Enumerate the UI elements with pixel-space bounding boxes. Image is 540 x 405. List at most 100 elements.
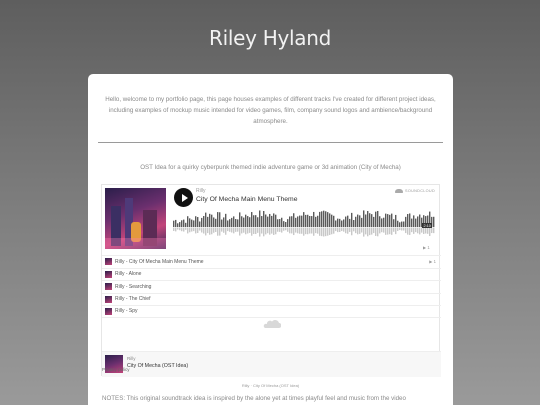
waveform-reflection-bar [369,227,371,236]
soundcloud-logo[interactable]: SOUNDCLOUD [395,189,435,193]
waveform-reflection-bar [313,227,315,236]
waveform-bar [229,219,231,227]
waveform-bar [323,210,325,227]
waveform-bar [315,216,317,227]
waveform-bar [241,216,243,227]
waveform-bar [293,213,295,227]
waveform-reflection-bar [187,227,189,234]
player-track-title[interactable]: City Of Mecha Main Menu Theme [196,196,298,203]
waveform-bar [261,216,263,227]
waveform-reflection-bar [227,227,229,232]
track-list-item[interactable]: Rilly - The Chief [102,292,441,306]
waveform-bar [309,215,311,227]
waveform-bar [433,216,435,227]
waveform-bar [263,211,265,227]
waveform-bar [219,212,221,227]
waveform-reflection-bar [311,227,313,234]
waveform-reflection-bar [283,227,285,231]
player-artist[interactable]: Rilly [196,188,205,194]
waveform-reflection-bar [251,227,253,236]
waveform-reflection-bar [277,227,279,232]
waveform-bar [227,220,229,227]
waveform[interactable] [173,209,435,239]
soundcloud-icon [395,189,403,193]
waveform-bar [289,216,291,227]
album-art[interactable] [105,188,166,249]
track-label: Rilly - Spy [115,308,138,315]
track-list-item[interactable]: Rilly - City Of Mecha Main Menu Theme ▶ … [102,255,441,268]
waveform-bar [331,214,333,227]
waveform-bar [321,211,323,227]
waveform-bar [319,211,321,227]
waveform-bar [385,213,387,227]
play-count: ▶ 1 [423,245,430,250]
waveform-reflection-bar [413,227,415,234]
player-footer[interactable]: Rilly City Of Mecha (OST Idea) [102,351,441,377]
waveform-bar [367,211,369,227]
waveform-reflection-bar [245,227,247,235]
waveform-bar [205,212,207,227]
waveform-bar [215,218,217,227]
waveform-bar [389,214,391,227]
waveform-bar [275,214,277,227]
waveform-bar [201,217,203,227]
waveform-bar [303,212,305,227]
waveform-reflection-bar [219,227,221,236]
waveform-bar [369,213,371,227]
waveform-reflection-bar [433,227,435,234]
waveform-reflection-bar [173,227,175,231]
waveform-reflection-bar [355,227,357,234]
waveform-bar [213,217,215,227]
waveform-reflection-bar [299,227,301,234]
waveform-bar [395,214,397,227]
waveform-reflection-bar [431,227,433,234]
waveform-reflection-bar [351,227,353,236]
waveform-reflection-bar [267,227,269,234]
waveform-reflection-bar [399,227,401,231]
waveform-bar [361,217,363,227]
track-list-item[interactable]: Rilly - Searching [102,280,441,293]
waveform-reflection-bar [259,227,261,237]
waveform-reflection-bar [329,227,331,235]
waveform-bar [235,219,237,227]
waveform-bar [177,223,179,227]
waveform-reflection-bar [339,227,341,232]
privacy-policy-link[interactable]: Privacy policy [102,367,130,372]
waveform-bar [359,215,361,227]
waveform-reflection-bar [203,227,205,234]
waveform-bar [239,212,241,227]
waveform-reflection-bar [275,227,277,235]
footer-title[interactable]: City Of Mecha (OST Idea) [127,363,188,369]
waveform-reflection-bar [343,227,345,232]
waveform-bar [363,210,365,227]
track-list-item[interactable]: Rilly - Spy [102,305,441,318]
footer-artist[interactable]: Rilly [127,356,136,361]
waveform-reflection-bar [181,227,183,232]
waveform-bar [387,214,389,227]
waveform-bar [381,218,383,227]
waveform-bar [273,213,275,227]
embed-caption[interactable]: Rilly · City Of Mecha (OST Idea) [88,383,453,388]
waveform-reflection-bar [393,227,395,232]
waveform-reflection-bar [423,227,425,234]
waveform-reflection-bar [367,227,369,237]
waveform-bar [223,217,225,227]
waveform-reflection-bar [243,227,245,233]
track-list-item[interactable]: Rilly - Alone [102,267,441,281]
waveform-reflection-bar [179,227,181,231]
waveform-bar [345,216,347,227]
waveform-reflection-bar [417,227,419,234]
waveform-bar [189,218,191,227]
waveform-bar [253,215,255,227]
waveform-reflection-bar [411,227,413,233]
waveform-reflection-bar [189,227,191,233]
play-button[interactable] [174,188,193,207]
waveform-reflection-bar [321,227,323,237]
waveform-reflection-bar [309,227,311,234]
waveform-bar [299,215,301,227]
waveform-reflection-bar [379,227,381,234]
content-card: Hello, welcome to my portfolio page, thi… [88,74,453,405]
track-list: Rilly - City Of Mecha Main Menu Theme ▶ … [102,255,441,318]
waveform-bar [245,214,247,227]
track-duration: 2:10 [422,223,433,228]
